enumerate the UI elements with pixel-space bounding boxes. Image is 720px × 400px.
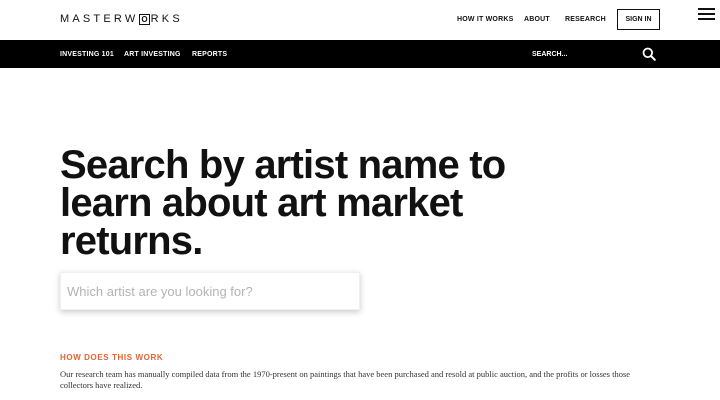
top-header: MASTERW O RKS HOW IT WORKS ABOUT RESEARCH … [0, 0, 720, 40]
secondary-nav-bar: INVESTING 101 ART INVESTING REPORTS [0, 40, 720, 68]
logo-text-right: RKS [150, 13, 183, 25]
sign-in-button[interactable]: SIGN IN [617, 9, 660, 30]
nav-research[interactable]: RESEARCH [565, 16, 606, 23]
artist-search-input[interactable] [60, 272, 360, 310]
subnav-investing-101[interactable]: INVESTING 101 [60, 51, 114, 58]
how-it-works-description: Our research team has manually compiled … [60, 369, 631, 390]
sign-in-label: SIGN IN [625, 16, 652, 23]
subnav-reports[interactable]: REPORTS [192, 51, 227, 58]
page-headline: Search by artist name to learn about art… [60, 143, 506, 263]
masterworks-logo[interactable]: MASTERW O RKS [60, 13, 183, 25]
logo-boxed-letter: O [139, 13, 150, 25]
logo-text-left: MASTERW [60, 13, 139, 25]
nav-about[interactable]: ABOUT [524, 16, 550, 23]
hamburger-icon[interactable] [698, 8, 715, 20]
nav-how-it-works[interactable]: HOW IT WORKS [457, 16, 513, 23]
how-it-works-label: HOW DOES THIS WORK [60, 353, 164, 362]
search-icon[interactable] [642, 47, 656, 61]
nav-search-input[interactable] [532, 48, 628, 61]
subnav-art-investing[interactable]: ART INVESTING [124, 51, 181, 58]
